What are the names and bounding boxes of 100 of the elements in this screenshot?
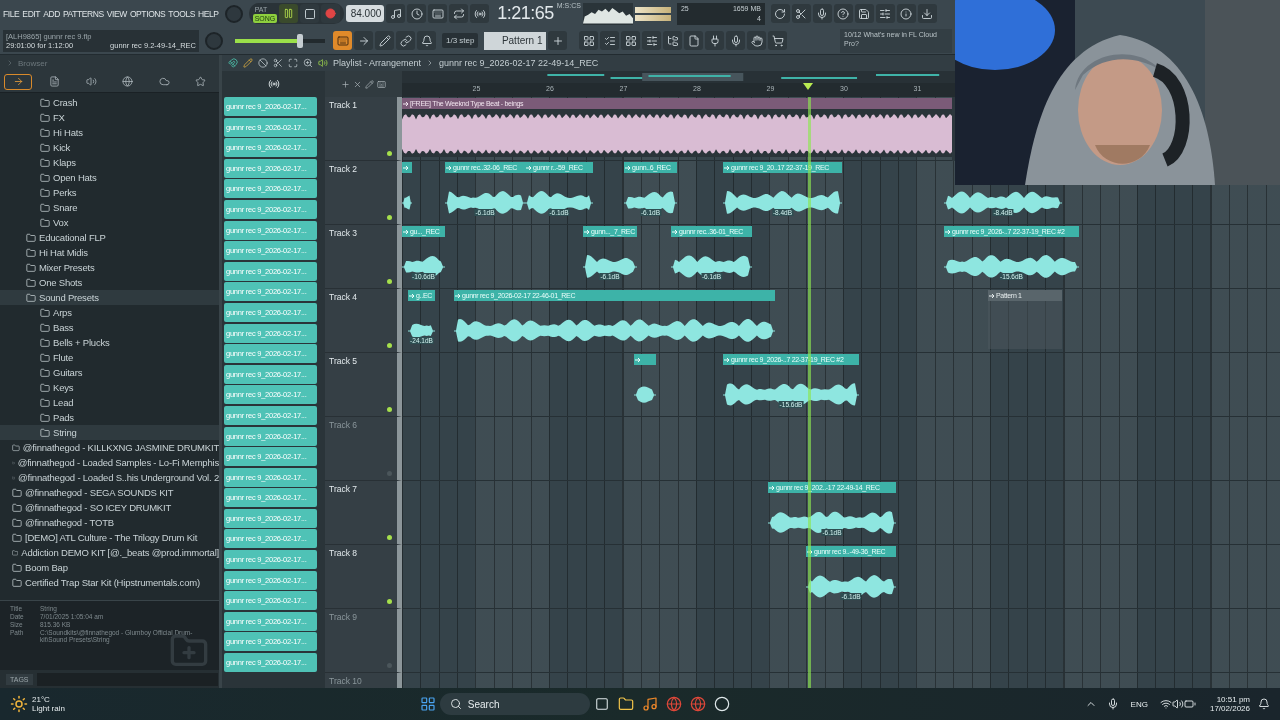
track-header[interactable]: Track 9: [325, 609, 402, 673]
track-header[interactable]: Track 6: [325, 417, 402, 481]
browser-folder[interactable]: Bells + Plucks: [0, 335, 219, 350]
browser-folder[interactable]: @finnathegod - KILLKXNG JASMINE DRUMKIT: [0, 440, 219, 455]
browser-folder[interactable]: One Shots: [0, 275, 219, 290]
snap-selector[interactable]: 1/3 step: [442, 33, 479, 48]
browser-folder[interactable]: Pads: [0, 410, 219, 425]
browser-folder[interactable]: @finnathegod - Loaded Samples - Lo-Fi Memphis: [0, 455, 219, 470]
browser-folder[interactable]: @finnathegod - SEGA SOUNDS KIT: [0, 485, 219, 500]
browser-folder[interactable]: String: [0, 425, 219, 440]
browser-folder[interactable]: Lead: [0, 395, 219, 410]
track-header[interactable]: Track 3: [325, 225, 402, 289]
browser-folder[interactable]: [DEMO] ATL Culture - The Trilogy Drum Kit: [0, 530, 219, 545]
toolbar-button[interactable]: [621, 31, 641, 50]
track-led[interactable]: [387, 535, 392, 540]
browser-tab[interactable]: [4, 73, 33, 90]
menu-item[interactable]: TOOLS: [168, 8, 196, 19]
browser-folder[interactable]: Certified Trap Star Kit (Hipstrumentals.com): [0, 575, 219, 590]
breadcrumb[interactable]: gunnr rec 9_2026-02-17 22-49-14_REC: [439, 58, 599, 68]
browser-folder[interactable]: Perks: [0, 185, 219, 200]
tags-field[interactable]: [36, 672, 218, 686]
browser-folder[interactable]: Sound Presets: [0, 290, 219, 305]
toolbar-button[interactable]: [896, 4, 916, 23]
track-led[interactable]: [387, 599, 392, 604]
track-header[interactable]: Track 5: [325, 353, 402, 417]
track-led[interactable]: [387, 407, 392, 412]
browser-folder[interactable]: Open Hats: [0, 170, 219, 185]
browser-folder[interactable]: @finnathegod - SO ICEY DRUMKIT: [0, 500, 219, 515]
tempo-field[interactable]: 84.000: [346, 5, 385, 22]
browser-folder[interactable]: Vox: [0, 215, 219, 230]
toolbar-button[interactable]: [854, 4, 874, 23]
toolbar-button[interactable]: [812, 4, 832, 23]
track-led[interactable]: [387, 215, 392, 220]
folder-icon: [40, 112, 50, 123]
toolbar-button[interactable]: [449, 4, 469, 23]
menu-item[interactable]: HELP: [198, 8, 219, 19]
toolbar-button[interactable]: [726, 31, 746, 50]
clip-header[interactable]: [402, 162, 412, 173]
track-led[interactable]: [387, 279, 392, 284]
track-header[interactable]: Track 2: [325, 161, 402, 225]
toolbar-button[interactable]: [300, 4, 320, 23]
browser-folder[interactable]: Kick: [0, 140, 219, 155]
browser-folder[interactable]: Educational FLP: [0, 230, 219, 245]
browser-folder[interactable]: Klaps: [0, 155, 219, 170]
menu-item[interactable]: EDIT: [22, 8, 41, 19]
menu-item[interactable]: OPTIONS: [129, 8, 166, 19]
browser-folder[interactable]: Snare: [0, 200, 219, 215]
menu-item[interactable]: VIEW: [106, 8, 127, 19]
toolbar-button[interactable]: [396, 31, 415, 50]
browser-folder[interactable]: Guitars: [0, 365, 219, 380]
menu-item[interactable]: PATTERNS: [62, 8, 104, 19]
toolbar-button[interactable]: [705, 31, 725, 50]
track-header[interactable]: Track 8: [325, 545, 402, 609]
track-led[interactable]: [387, 151, 392, 156]
browser-folder[interactable]: Boom Bap: [0, 560, 219, 575]
browser-folder[interactable]: Bass: [0, 320, 219, 335]
toolbar-button[interactable]: [770, 4, 790, 23]
track-header[interactable]: Track 7: [325, 481, 402, 545]
toolbar-button[interactable]: [833, 4, 853, 23]
pattern-selector[interactable]: Pattern 1: [484, 31, 547, 50]
browser-folder[interactable]: Mixer Presets: [0, 260, 219, 275]
toolbar-button[interactable]: [791, 4, 811, 23]
browser-folder[interactable]: Flute: [0, 350, 219, 365]
browser-folder[interactable]: Addiction DEMO KIT [@._beats @prod.immortal]: [0, 545, 219, 560]
toolbar-button[interactable]: [407, 4, 427, 23]
clip-header[interactable]: [634, 354, 656, 365]
track-header[interactable]: Track 4: [325, 289, 402, 353]
menu-item[interactable]: ADD: [43, 8, 60, 19]
browser-folder[interactable]: Keys: [0, 380, 219, 395]
toolbar-button[interactable]: [684, 31, 704, 50]
track-header[interactable]: Track 1: [325, 97, 402, 161]
toolbar-button[interactable]: [579, 31, 599, 50]
browser-folder[interactable]: @finnathegod - Loaded S..his Underground Vol. 2: [0, 470, 219, 485]
browser-folder[interactable]: FX: [0, 110, 219, 125]
browser-folder[interactable]: Hi Hats: [0, 125, 219, 140]
toolbar-button[interactable]: [768, 31, 788, 50]
track-led[interactable]: [387, 343, 392, 348]
language-indicator[interactable]: ENG: [1130, 699, 1148, 709]
browser-folder[interactable]: Crash: [0, 95, 219, 110]
toolbar-button[interactable]: [417, 31, 436, 50]
track-header[interactable]: Track 10: [325, 673, 402, 688]
toolbar-button[interactable]: [375, 31, 394, 50]
record-button[interactable]: [321, 4, 341, 23]
toolbar-button[interactable]: [917, 4, 937, 23]
toolbar-button[interactable]: [642, 31, 662, 50]
toolbar-button[interactable]: [470, 4, 490, 23]
browser-folder[interactable]: Arps: [0, 305, 219, 320]
toolbar-button[interactable]: [663, 31, 683, 50]
browser-folder[interactable]: @finnathegod - TOTB: [0, 515, 219, 530]
toolbar-button[interactable]: [747, 31, 767, 50]
search-field[interactable]: Search: [439, 693, 590, 715]
arrangement-overview[interactable]: [402, 71, 955, 83]
toolbar-button[interactable]: [600, 31, 620, 50]
toolbar-button[interactable]: [875, 4, 895, 23]
play-button[interactable]: [279, 4, 299, 23]
file-icon: [687, 34, 700, 47]
slider-thumb[interactable]: [296, 33, 303, 48]
toolbar-button[interactable]: [386, 4, 406, 23]
browser-folder[interactable]: Hi Hat Midis: [0, 245, 219, 260]
menu-item[interactable]: FILE: [3, 8, 20, 19]
